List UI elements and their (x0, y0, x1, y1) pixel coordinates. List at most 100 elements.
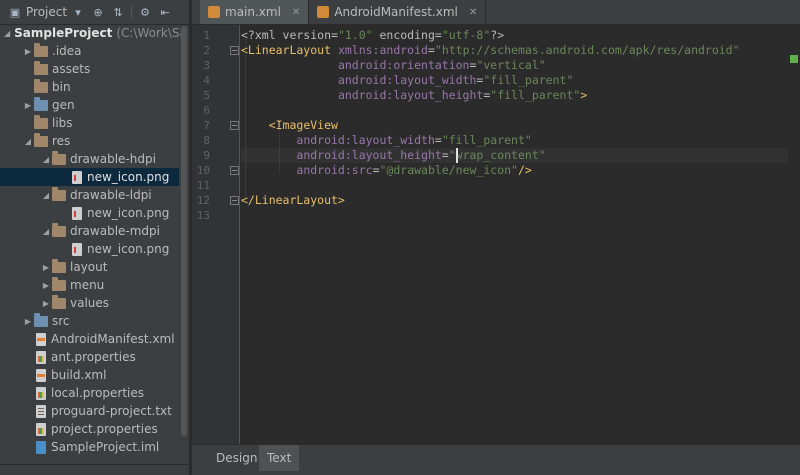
tree-item[interactable]: assets (0, 60, 179, 78)
view-tab-text[interactable]: Text (259, 445, 300, 471)
expanded-arrow-icon[interactable]: ◢ (40, 189, 52, 201)
tree-item[interactable]: SampleProject.iml (0, 438, 179, 456)
close-icon[interactable]: ✕ (469, 7, 477, 18)
code-token: <LinearLayout (241, 43, 332, 57)
code-line: android:orientation="vertical" (241, 58, 788, 73)
collapsed-arrow-icon[interactable]: ▶ (22, 45, 34, 57)
collapsed-arrow-icon[interactable]: ▶ (40, 297, 52, 309)
tree-item[interactable]: AndroidManifest.xml (0, 330, 179, 348)
tree-item-label: res (52, 134, 71, 148)
view-tab-design[interactable]: Design (208, 445, 265, 471)
project-toolbar: ▣ Project ▾ ⊕ ⇅ ⚙ ⇤ (0, 0, 189, 25)
tree-item[interactable]: build.xml (0, 366, 179, 384)
folder-icon (52, 186, 66, 201)
indent-guide (279, 127, 280, 172)
tree-item[interactable]: ▶ values (0, 294, 179, 312)
tree-item[interactable]: ▶ layout (0, 258, 179, 276)
editor-tab[interactable]: AndroidManifest.xml ✕ (309, 0, 487, 24)
tree-item[interactable]: project.properties (0, 420, 179, 438)
code-token: "fill_parent" (490, 88, 581, 102)
source-folder-icon (34, 312, 48, 327)
code-token: "utf-8" (441, 28, 491, 42)
code-token: android:layout_height (296, 148, 442, 162)
fold-marker-icon[interactable] (230, 46, 239, 55)
iml-file-icon (36, 440, 46, 454)
collapsed-arrow-icon[interactable]: ▶ (40, 279, 52, 291)
tree-item[interactable]: ◢ drawable-mdpi (0, 222, 179, 240)
png-file-icon (72, 206, 82, 220)
xml-file-icon (36, 368, 46, 382)
tree-item-label: drawable-hdpi (70, 152, 156, 166)
gear-icon[interactable]: ⚙ (138, 5, 152, 19)
tree-item[interactable]: proguard-project.txt (0, 402, 179, 420)
code-token: "fill_parent" (483, 73, 574, 87)
collapsed-arrow-icon[interactable]: ▶ (22, 315, 34, 327)
tree-item[interactable]: ◢ drawable-hdpi (0, 150, 179, 168)
tree-item[interactable]: new_icon.png (0, 240, 179, 258)
code-token: = (441, 148, 449, 162)
error-stripe[interactable] (788, 25, 800, 444)
hide-icon[interactable]: ⇤ (158, 5, 172, 19)
tree-item[interactable]: ▶ src (0, 312, 179, 330)
inspection-ok-icon[interactable] (790, 55, 798, 63)
close-icon[interactable]: ✕ (292, 7, 300, 18)
project-scrollbar[interactable] (181, 26, 187, 436)
target-icon[interactable]: ⊕ (91, 5, 105, 19)
folder-icon (52, 222, 66, 237)
folder-icon (52, 276, 66, 291)
expanded-arrow-icon[interactable]: ◢ (40, 225, 52, 237)
collapsed-arrow-icon[interactable]: ▶ (40, 261, 52, 273)
tree-item[interactable]: ◢ drawable-ldpi (0, 186, 179, 204)
fold-marker-icon[interactable] (230, 196, 239, 205)
code-token: = (372, 163, 380, 177)
tree-item-label: .idea (52, 44, 82, 58)
project-horizontal-scrollbar[interactable] (0, 464, 189, 475)
tree-item[interactable]: new_icon.png (0, 168, 179, 186)
project-view-selector[interactable]: ▣ Project ▾ (8, 5, 85, 19)
tree-item[interactable]: libs (0, 114, 179, 132)
expanded-arrow-icon[interactable]: ◢ (22, 135, 34, 147)
folder-icon (52, 150, 66, 165)
tree-item[interactable]: ▶ menu (0, 276, 179, 294)
tree-item[interactable]: ant.properties (0, 348, 179, 366)
code-token: xmlns:android (331, 43, 428, 57)
tree-item[interactable]: ▶ gen (0, 96, 179, 114)
collapse-icon[interactable]: ⇅ (111, 5, 125, 19)
code-token: android:src (296, 163, 373, 177)
editor-tab[interactable]: main.xml ✕ (200, 0, 310, 24)
code-token: = (434, 133, 442, 147)
tree-item[interactable]: local.properties (0, 384, 179, 402)
tree-item-label: drawable-mdpi (70, 224, 160, 238)
fold-marker-icon[interactable] (230, 166, 239, 175)
folder-icon (34, 78, 48, 93)
line-number: 1 (203, 29, 210, 42)
tree-item-label: assets (52, 62, 91, 76)
code-token: /> (517, 163, 532, 177)
xml-file-icon (317, 6, 330, 18)
line-number: 4 (203, 74, 210, 87)
tree-root[interactable]: ◢ SampleProject (C:\Work\Sa (0, 24, 187, 42)
tree-item[interactable]: bin (0, 78, 179, 96)
tree-item[interactable]: ▶ .idea (0, 42, 179, 60)
collapsed-arrow-icon[interactable]: ▶ (22, 99, 34, 111)
tree-item[interactable]: new_icon.png (0, 204, 179, 222)
fold-marker-icon[interactable] (230, 121, 239, 130)
tree-item[interactable]: ◢ res (0, 132, 179, 150)
code-token: <?xml version= (241, 28, 338, 42)
code-editor[interactable]: <?xml version="1.0" encoding="utf-8"?> <L… (241, 25, 788, 444)
expanded-arrow-icon[interactable]: ◢ (40, 153, 52, 165)
expand-arrow-icon[interactable]: ◢ (4, 27, 10, 39)
folder-icon (34, 132, 48, 147)
code-token: android:layout_width (296, 133, 435, 147)
